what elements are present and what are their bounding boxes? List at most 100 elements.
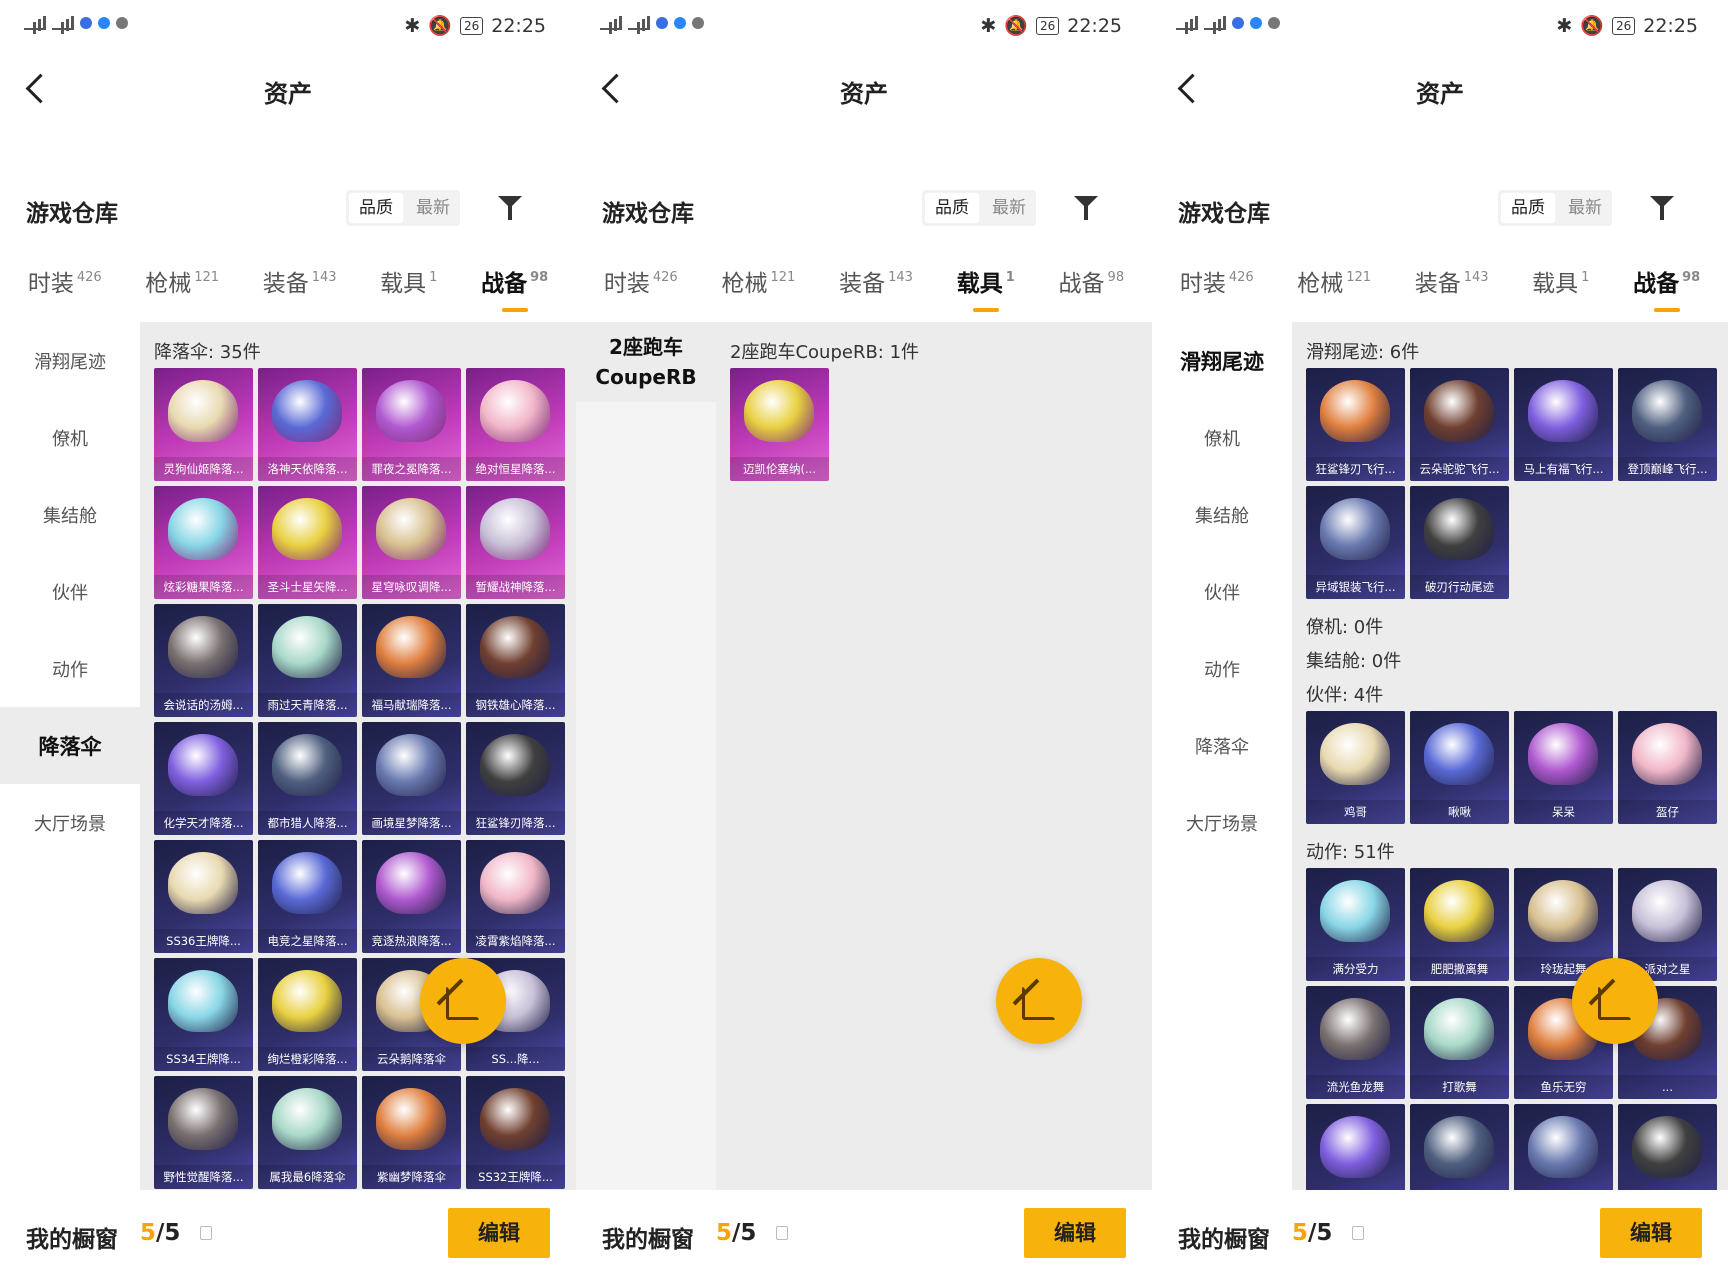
item-tile[interactable]: 都市猎人降落... [258, 722, 357, 835]
share-fab-icon[interactable] [996, 958, 1082, 1044]
item-tile[interactable]: 绚烂橙彩降落... [258, 958, 357, 1071]
item-tile[interactable]: 肥肥撒离舞 [1410, 868, 1509, 981]
item-tile[interactable]: 流光鱼龙舞 [1306, 986, 1405, 1099]
item-tile[interactable]: 登顶巅峰飞行... [1618, 368, 1717, 481]
tab-4[interactable]: 战备 98 [1633, 258, 1700, 318]
item-name: SS32王牌降... [466, 1165, 565, 1189]
item-tile[interactable]: 打歌舞 [1410, 986, 1509, 1099]
item-tile[interactable]: 呆呆 [1514, 711, 1613, 824]
signal-icon [52, 16, 74, 30]
share-fab-icon[interactable] [420, 958, 506, 1044]
item-image [1320, 880, 1390, 942]
item-tile[interactable]: 灵狗仙姬降落... [154, 368, 253, 481]
tab-3[interactable]: 载具 1 [380, 258, 437, 318]
item-tile[interactable]: 罪夜之冕降落... [362, 368, 461, 481]
item-tile[interactable]: 画境星梦降落... [362, 722, 461, 835]
edit-button[interactable]: 编辑 [1600, 1208, 1702, 1258]
item-tile[interactable]: 竞逐热浪降落... [362, 840, 461, 953]
item-tile[interactable]: 满分受力 [1306, 868, 1405, 981]
sidebar-item[interactable]: 集结舱 [1152, 476, 1292, 553]
sidebar-item[interactable]: 动作 [1152, 630, 1292, 707]
item-tile[interactable]: 圣斗士星矢降... [258, 486, 357, 599]
item-tile[interactable] [1514, 1104, 1613, 1190]
filter-icon[interactable] [498, 194, 528, 224]
sidebar-item[interactable]: 伙伴 [1152, 553, 1292, 630]
sort-option[interactable]: 品质 [925, 193, 979, 223]
item-tile[interactable]: 钢铁雄心降落... [466, 604, 565, 717]
sort-option[interactable]: 品质 [1501, 193, 1555, 223]
item-tile[interactable]: 绝对恒星降落... [466, 368, 565, 481]
sidebar-item[interactable]: 滑翔尾迹 [0, 322, 140, 399]
mute-icon: 🔕 [1580, 15, 1604, 37]
sort-option[interactable]: 品质 [349, 193, 403, 223]
sidebar-item[interactable]: 降落伞 [1152, 707, 1292, 784]
sidebar-item[interactable]: 集结舱 [0, 476, 140, 553]
sidebar-item[interactable]: 僚机 [0, 399, 140, 476]
item-tile[interactable] [1618, 1104, 1717, 1190]
item-image [1632, 880, 1702, 942]
sort-option[interactable]: 最新 [406, 190, 460, 226]
item-tile[interactable]: 凌霄紫焰降落... [466, 840, 565, 953]
item-image [272, 380, 342, 442]
item-tile[interactable]: 狂鲨锋刃降落... [466, 722, 565, 835]
item-tile[interactable]: 迈凯伦塞纳(... [730, 368, 829, 481]
sidebar-item[interactable]: 降落伞 [0, 707, 140, 784]
item-tile[interactable]: SS36王牌降... [154, 840, 253, 953]
sidebar-item[interactable]: 滑翔尾迹 [1152, 322, 1292, 399]
tab-0[interactable]: 时装 426 [1180, 258, 1254, 318]
item-tile[interactable]: 破刃行动尾迹 [1410, 486, 1509, 599]
edit-button[interactable]: 编辑 [1024, 1208, 1126, 1258]
sidebar-item[interactable]: 僚机 [1152, 399, 1292, 476]
item-tile[interactable]: 盔仔 [1618, 711, 1717, 824]
sort-option[interactable]: 最新 [1558, 190, 1612, 226]
item-tile[interactable]: 啾啾 [1410, 711, 1509, 824]
item-name: 都市猎人降落... [258, 811, 357, 835]
filter-icon[interactable] [1650, 194, 1680, 224]
item-tile[interactable]: 星穹咏叹调降... [362, 486, 461, 599]
sidebar-item[interactable]: 大厅场景 [0, 784, 140, 861]
item-tile[interactable]: 马上有福飞行... [1514, 368, 1613, 481]
tab-4[interactable]: 战备 98 [481, 258, 548, 318]
item-tile[interactable] [1306, 1104, 1405, 1190]
sort-option[interactable]: 最新 [982, 190, 1036, 226]
sidebar-item[interactable]: 2座跑车 CoupeRB [576, 322, 716, 402]
item-tile[interactable]: 鸡哥 [1306, 711, 1405, 824]
sidebar-item[interactable]: 伙伴 [0, 553, 140, 630]
item-tile[interactable]: 野性觉醒降落... [154, 1076, 253, 1189]
item-tile[interactable]: 雨过天青降落... [258, 604, 357, 717]
tab-3[interactable]: 载具 1 [1532, 258, 1589, 318]
item-name: 异域银装飞行... [1306, 575, 1405, 599]
tab-1[interactable]: 枪械 121 [1297, 258, 1371, 318]
item-tile[interactable]: 属我最6降落伞 [258, 1076, 357, 1189]
tab-0[interactable]: 时装 426 [604, 258, 678, 318]
tab-1[interactable]: 枪械 121 [722, 258, 796, 318]
tab-4[interactable]: 战备 98 [1059, 258, 1125, 318]
tab-0[interactable]: 时装 426 [28, 258, 102, 318]
tab-3[interactable]: 载具 1 [957, 258, 1015, 318]
item-image [168, 1088, 238, 1150]
tab-2[interactable]: 装备 143 [1415, 258, 1489, 318]
sidebar-item[interactable]: 大厅场景 [1152, 784, 1292, 861]
item-tile[interactable]: 狂鲨锋刃飞行... [1306, 368, 1405, 481]
item-tile[interactable]: 云朵驼驼飞行... [1410, 368, 1509, 481]
sidebar-item[interactable]: 动作 [0, 630, 140, 707]
item-tile[interactable]: SS34王牌降... [154, 958, 253, 1071]
item-tile[interactable]: 化学天才降落... [154, 722, 253, 835]
filter-icon[interactable] [1074, 194, 1104, 224]
item-tile[interactable]: 炫彩糖果降落... [154, 486, 253, 599]
item-tile[interactable]: 紫幽梦降落伞 [362, 1076, 461, 1189]
edit-button[interactable]: 编辑 [448, 1208, 550, 1258]
share-fab-icon[interactable] [1572, 958, 1658, 1044]
tab-1[interactable]: 枪械 121 [145, 258, 219, 318]
item-tile[interactable]: 电竞之星降落... [258, 840, 357, 953]
item-tile[interactable]: 会说话的汤姆... [154, 604, 253, 717]
tab-2[interactable]: 装备 143 [263, 258, 337, 318]
item-name: 钢铁雄心降落... [466, 693, 565, 717]
tab-2[interactable]: 装备 143 [839, 258, 913, 318]
item-tile[interactable]: 暂耀战神降落... [466, 486, 565, 599]
item-tile[interactable] [1410, 1104, 1509, 1190]
item-tile[interactable]: 异域银装飞行... [1306, 486, 1405, 599]
item-tile[interactable]: 福马献瑞降落... [362, 604, 461, 717]
item-tile[interactable]: SS32王牌降... [466, 1076, 565, 1189]
item-tile[interactable]: 洛神天依降落... [258, 368, 357, 481]
